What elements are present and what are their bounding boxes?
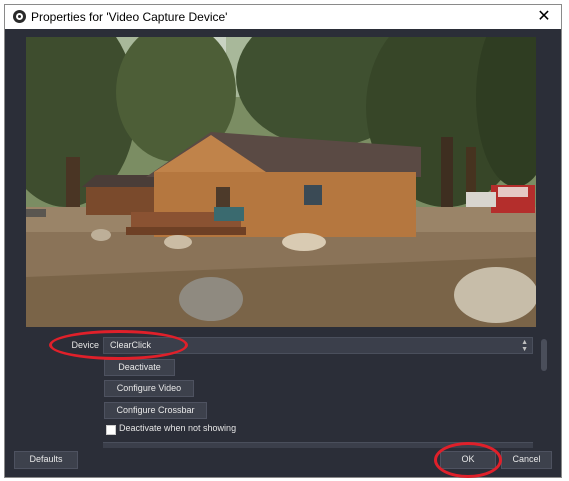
properties-dialog: Properties for 'Video Capture Device' ✕ [4,4,562,478]
cabin-preview-image [26,37,536,327]
updown-arrows-icon: ▲ ▼ [521,339,528,353]
title-bar: Properties for 'Video Capture Device' ✕ [5,5,561,29]
properties-scrollbar-thumb[interactable] [541,339,547,371]
configure-crossbar-button[interactable]: Configure Crossbar [104,402,207,419]
device-select-value: ClearClick [110,340,152,350]
partially-visible-row [20,442,533,448]
ok-button[interactable]: OK [440,451,496,469]
video-preview [26,37,536,327]
configure-video-button[interactable]: Configure Video [104,380,194,397]
partially-visible-field[interactable] [103,442,533,448]
properties-scrollbar-track[interactable] [538,37,548,337]
device-label: Device [71,340,99,350]
obs-logo-icon [13,10,26,23]
deactivate-button[interactable]: Deactivate [104,359,175,376]
cancel-button[interactable]: Cancel [501,451,552,469]
window-title: Properties for 'Video Capture Device' [31,10,228,24]
close-icon[interactable]: ✕ [533,5,555,29]
deactivate-when-not-showing-label: Deactivate when not showing [119,423,237,433]
device-select[interactable]: ClearClick ▲ ▼ [103,337,533,354]
deactivate-when-not-showing-checkbox[interactable] [106,425,116,435]
defaults-button[interactable]: Defaults [14,451,78,469]
